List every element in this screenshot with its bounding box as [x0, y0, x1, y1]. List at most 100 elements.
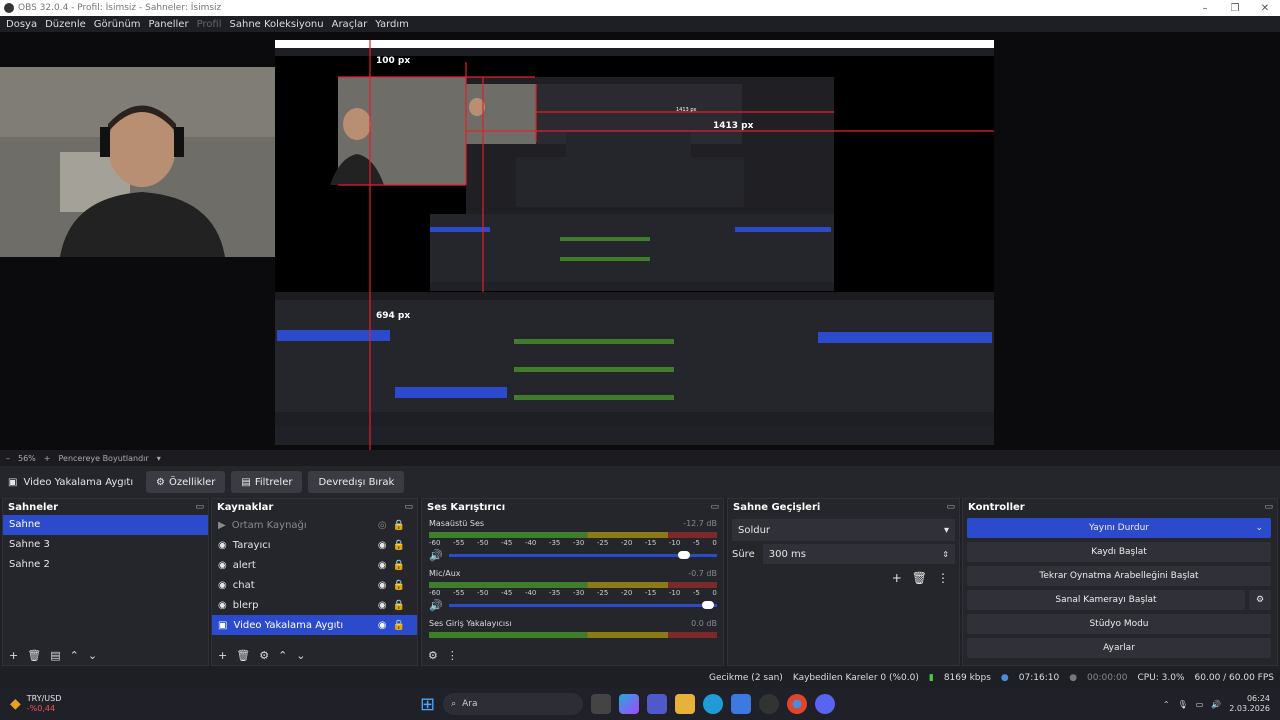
speaker-icon[interactable]: 🔊	[429, 599, 443, 612]
start-virtual-camera-button[interactable]: Sanal Kamerayı Başlat	[967, 590, 1245, 610]
settings-button[interactable]: Ayarlar	[967, 638, 1271, 658]
copilot-icon[interactable]	[619, 694, 640, 714]
eye-icon[interactable]: ◉	[378, 620, 387, 631]
zoom-out-icon[interactable]: –	[6, 454, 10, 463]
close-icon[interactable]: ✕	[1250, 3, 1280, 14]
file-explorer-icon[interactable]	[675, 694, 696, 714]
selected-source-label: Video Yakalama Aygıtı	[23, 476, 134, 488]
lock-icon[interactable]: 🔒	[393, 580, 405, 591]
dock-menu-icon[interactable]: ▭	[195, 502, 204, 512]
meter-tick-label: -10	[668, 539, 681, 547]
meter-tick-label: -25	[596, 589, 609, 597]
dock-menu-icon[interactable]: ▭	[1264, 502, 1273, 512]
menu-help[interactable]: Yardım	[371, 19, 413, 30]
stepper-icon[interactable]: ⇕	[942, 550, 949, 559]
store-icon[interactable]	[731, 694, 752, 714]
eye-icon[interactable]: ◉	[378, 600, 387, 611]
scene-item[interactable]: Sahne	[3, 515, 208, 535]
source-item[interactable]: ◉ alert ◉ 🔒	[212, 555, 417, 575]
start-replay-buffer-button[interactable]: Tekrar Oynatma Arabelleğini Başlat	[967, 566, 1271, 586]
deactivate-label: Devredışı Bırak	[318, 476, 395, 488]
menu-tools[interactable]: Araçlar	[328, 19, 372, 30]
eye-icon[interactable]: ◉	[378, 580, 387, 591]
dock-menu-icon[interactable]: ▭	[710, 502, 719, 512]
channel-name: Masaüstü Ses	[429, 518, 485, 528]
menu-scene-collection[interactable]: Sahne Koleksiyonu	[226, 19, 328, 30]
menu-view[interactable]: Görünüm	[90, 19, 145, 30]
eye-icon[interactable]: ◉	[378, 560, 387, 571]
source-item[interactable]: ◉ blerp ◉ 🔒	[212, 595, 417, 615]
zoom-mode[interactable]: Pencereye Boyutlandır	[58, 454, 148, 463]
slider-knob[interactable]	[702, 600, 715, 609]
stop-stream-button[interactable]: Yayını Durdur ⌄	[967, 518, 1271, 538]
slider-knob[interactable]	[678, 550, 691, 559]
scene-item[interactable]: Sahne 2	[3, 555, 208, 575]
studio-mode-button[interactable]: Stüdyo Modu	[967, 614, 1271, 634]
chevron-up-icon[interactable]: ⌃	[1163, 700, 1170, 709]
zoom-in-icon[interactable]: +	[44, 454, 51, 463]
lock-icon[interactable]: 🔒	[393, 540, 405, 551]
add-icon[interactable]: +	[892, 571, 902, 585]
menu-edit[interactable]: Düzenle	[41, 19, 90, 30]
minimize-icon[interactable]: –	[1190, 3, 1220, 14]
menu-profile[interactable]: Profil	[193, 19, 226, 30]
edge-icon[interactable]	[703, 694, 724, 714]
properties-button[interactable]: ⚙ Özellikler	[146, 471, 226, 493]
duration-input[interactable]: 300 ms ⇕	[762, 544, 955, 564]
virtual-camera-settings-icon[interactable]: ⚙	[1249, 590, 1271, 610]
gear-icon[interactable]: ⚙	[259, 649, 269, 662]
eye-hidden-icon[interactable]: ◎	[378, 520, 387, 531]
discord-icon[interactable]	[815, 694, 836, 714]
lock-icon[interactable]: 🔒	[393, 600, 405, 611]
speaker-icon[interactable]: 🔊	[429, 549, 443, 562]
lock-icon[interactable]: 🔒	[393, 560, 405, 571]
source-item[interactable]: ▶ Ortam Kaynağı ◎ 🔒	[212, 515, 417, 535]
eye-icon[interactable]: ◉	[378, 540, 387, 551]
move-up-icon[interactable]: ⌃	[278, 649, 287, 662]
transition-select[interactable]: Soldur ▾	[732, 519, 955, 541]
move-down-icon[interactable]: ⌄	[296, 649, 305, 662]
gear-icon[interactable]: ⚙	[428, 649, 438, 662]
ticker-widget[interactable]: ◆ TRY/USD -%0,44	[0, 694, 420, 714]
filter-icon[interactable]: ▤	[50, 649, 60, 662]
source-item[interactable]: ▣ Video Yakalama Aygıtı ◉ 🔒	[212, 615, 417, 635]
start-recording-button[interactable]: Kaydı Başlat	[967, 542, 1271, 562]
trash-icon[interactable]: 🗑	[27, 649, 41, 662]
chevron-down-icon[interactable]: ⌄	[1255, 523, 1263, 533]
chrome-icon[interactable]	[787, 694, 808, 714]
program-preview[interactable]: 100 px 1413 px 1413 px 694 px	[0, 32, 1280, 450]
more-icon[interactable]: ⋮	[937, 571, 949, 585]
scene-item[interactable]: Sahne 3	[3, 535, 208, 555]
source-item[interactable]: ◉ Tarayıcı ◉ 🔒	[212, 535, 417, 555]
network-icon[interactable]: ▭	[1196, 700, 1204, 709]
add-icon[interactable]: +	[9, 649, 18, 662]
task-view-icon[interactable]	[591, 694, 612, 714]
maximize-icon[interactable]: ❐	[1220, 3, 1250, 14]
add-icon[interactable]: +	[218, 649, 227, 662]
lock-icon[interactable]: 🔒	[393, 620, 405, 631]
volume-slider[interactable]	[448, 600, 717, 609]
volume-slider[interactable]	[448, 550, 717, 559]
volume-icon[interactable]: 🔊	[1211, 700, 1221, 709]
chevron-down-icon[interactable]: ▾	[157, 454, 161, 463]
clock[interactable]: 06:24 2.03.2026	[1229, 694, 1270, 714]
deactivate-button[interactable]: Devredışı Bırak	[308, 471, 405, 493]
trash-icon[interactable]: 🗑	[912, 571, 927, 585]
menu-docks[interactable]: Paneller	[145, 19, 193, 30]
dock-menu-icon[interactable]: ▭	[946, 502, 955, 512]
menu-file[interactable]: Dosya	[2, 19, 41, 30]
move-up-icon[interactable]: ⌃	[70, 649, 79, 662]
obs-icon[interactable]	[759, 694, 780, 714]
more-icon[interactable]: ⋮	[447, 649, 458, 662]
move-down-icon[interactable]: ⌄	[88, 649, 97, 662]
filters-button[interactable]: ▤ Filtreler	[231, 471, 303, 493]
taskbar-search[interactable]: ⌕ Ara	[443, 693, 584, 715]
source-item[interactable]: ◉ chat ◉ 🔒	[212, 575, 417, 595]
dock-menu-icon[interactable]: ▭	[404, 502, 413, 512]
teams-icon[interactable]	[647, 694, 668, 714]
lock-icon[interactable]: 🔒	[393, 520, 405, 531]
microphone-icon[interactable]: 🎙	[1178, 700, 1188, 709]
camera-icon: ▣	[218, 619, 228, 631]
start-icon[interactable]: ⊞	[420, 694, 435, 715]
trash-icon[interactable]: 🗑	[236, 649, 250, 662]
